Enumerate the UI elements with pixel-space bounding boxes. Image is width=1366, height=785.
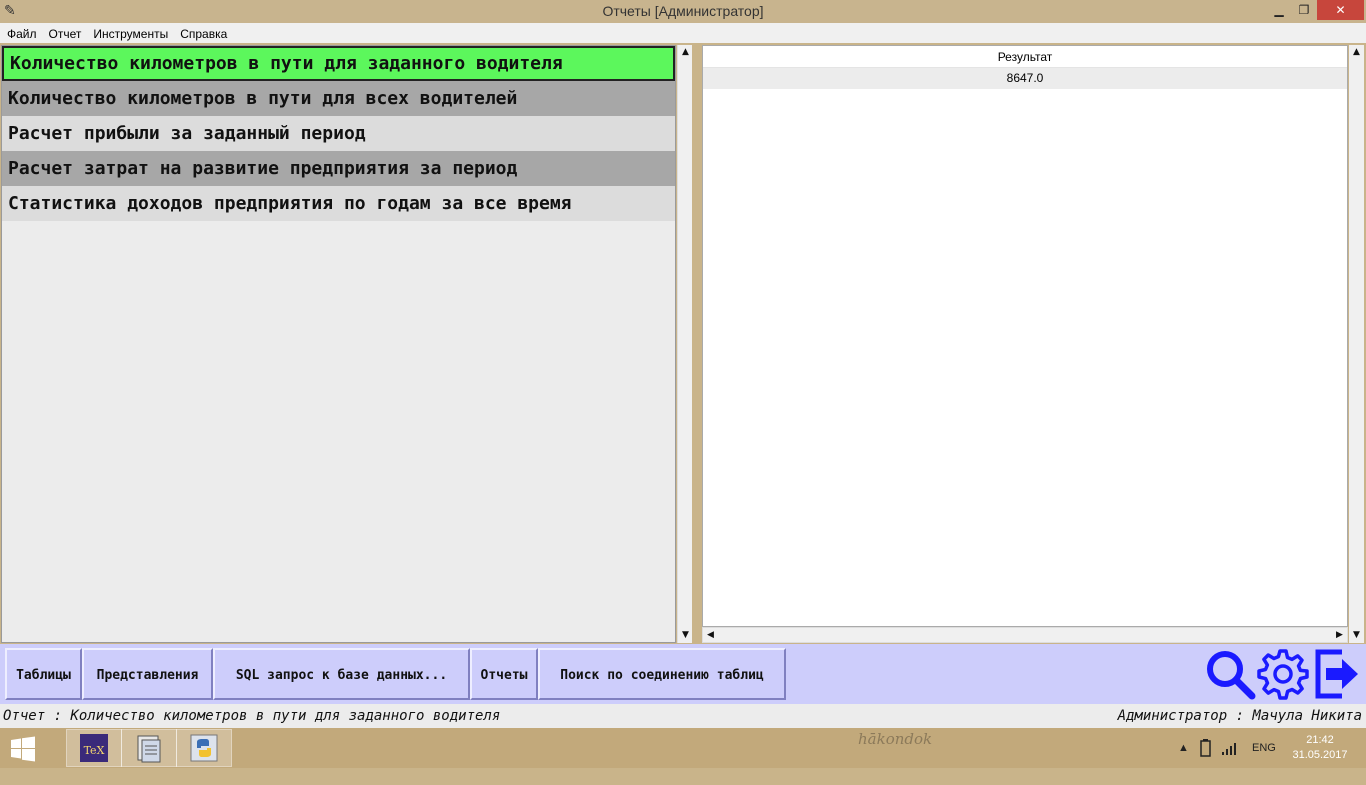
tray-up-arrow-icon[interactable]: ▲ bbox=[1178, 728, 1189, 768]
result-table: Результат 8647.0 bbox=[702, 45, 1348, 627]
window-title: Отчеты [Администратор] bbox=[602, 3, 764, 19]
views-button[interactable]: Представления bbox=[82, 648, 213, 700]
join-search-button[interactable]: Поиск по соединению таблиц bbox=[538, 648, 786, 700]
report-item-development-costs[interactable]: Расчет затрат на развитие предприятия за… bbox=[2, 151, 675, 186]
scroll-down-arrow-icon[interactable]: ▼ bbox=[678, 628, 693, 643]
svg-text:TeX: TeX bbox=[84, 744, 105, 757]
signal-icon[interactable] bbox=[1220, 728, 1240, 768]
tables-button[interactable]: Таблицы bbox=[5, 648, 82, 700]
sql-query-button[interactable]: SQL запрос к базе данных... bbox=[213, 648, 470, 700]
maximize-button[interactable]: ❐ bbox=[1290, 0, 1318, 20]
clock-time: 21:42 bbox=[1306, 734, 1334, 746]
scroll-up-arrow-icon[interactable]: ▲ bbox=[1349, 45, 1364, 60]
status-bar: Отчет : Количество километров в пути для… bbox=[0, 704, 1366, 728]
clock[interactable]: 21:42 31.05.2017 bbox=[1290, 733, 1350, 763]
reports-button[interactable]: Отчеты bbox=[470, 648, 538, 700]
bottom-toolbar: Таблицы Представления SQL запрос к базе … bbox=[0, 644, 1366, 704]
status-user: Администратор : Мачула Никита bbox=[1117, 708, 1362, 724]
scroll-up-arrow-icon[interactable]: ▲ bbox=[678, 45, 693, 60]
language-indicator[interactable]: ENG bbox=[1252, 728, 1276, 768]
result-cell[interactable]: 8647.0 bbox=[703, 68, 1347, 89]
menu-file[interactable]: Файл bbox=[0, 24, 43, 44]
result-column-header[interactable]: Результат bbox=[703, 46, 1347, 68]
report-item-profit-period[interactable]: Расчет прибыли за заданный период bbox=[2, 116, 675, 151]
menu-help[interactable]: Справка bbox=[174, 24, 233, 44]
status-current-report: Отчет : Количество километров в пути для… bbox=[3, 708, 501, 724]
report-list-scrollbar[interactable]: ▲ ▼ bbox=[677, 45, 692, 643]
report-item-income-stats[interactable]: Статистика доходов предприятия по годам … bbox=[2, 186, 675, 221]
battery-icon[interactable] bbox=[1198, 728, 1216, 768]
report-item-km-all-drivers[interactable]: Количество километров в пути для всех во… bbox=[2, 81, 675, 116]
python-icon[interactable] bbox=[176, 729, 232, 767]
result-vertical-scrollbar[interactable]: ▲ ▼ bbox=[1349, 45, 1364, 643]
scroll-down-arrow-icon[interactable]: ▼ bbox=[1349, 628, 1364, 643]
result-horizontal-scrollbar[interactable]: ◀ ▶ bbox=[702, 627, 1348, 643]
scroll-left-arrow-icon[interactable]: ◀ bbox=[703, 628, 718, 643]
title-bar: ✎ Отчеты [Администратор] ▁ ❐ ✕ bbox=[0, 0, 1366, 23]
menu-report[interactable]: Отчет bbox=[43, 24, 88, 44]
windows-start-icon[interactable] bbox=[10, 736, 36, 762]
background-text: hākondok bbox=[858, 730, 933, 748]
clock-date: 31.05.2017 bbox=[1292, 749, 1348, 761]
menu-bar: Файл Отчет Инструменты Справка bbox=[0, 23, 1366, 43]
close-button[interactable]: ✕ bbox=[1317, 0, 1364, 20]
report-list: Количество километров в пути для заданно… bbox=[1, 45, 676, 643]
minimize-button[interactable]: ▁ bbox=[1265, 0, 1293, 20]
texmaker-icon[interactable]: TeX bbox=[66, 729, 122, 767]
exit-icon[interactable] bbox=[1312, 648, 1364, 700]
scroll-right-arrow-icon[interactable]: ▶ bbox=[1332, 628, 1347, 643]
taskbar: TeX hākondok ▲ ENG 21:42 31.05.2017 bbox=[0, 728, 1366, 768]
file-manager-icon[interactable] bbox=[121, 729, 177, 767]
menu-tools[interactable]: Инструменты bbox=[87, 24, 174, 44]
search-icon[interactable] bbox=[1204, 648, 1256, 700]
report-item-km-driver[interactable]: Количество километров в пути для заданно… bbox=[2, 46, 675, 81]
settings-gear-icon[interactable] bbox=[1257, 648, 1309, 700]
